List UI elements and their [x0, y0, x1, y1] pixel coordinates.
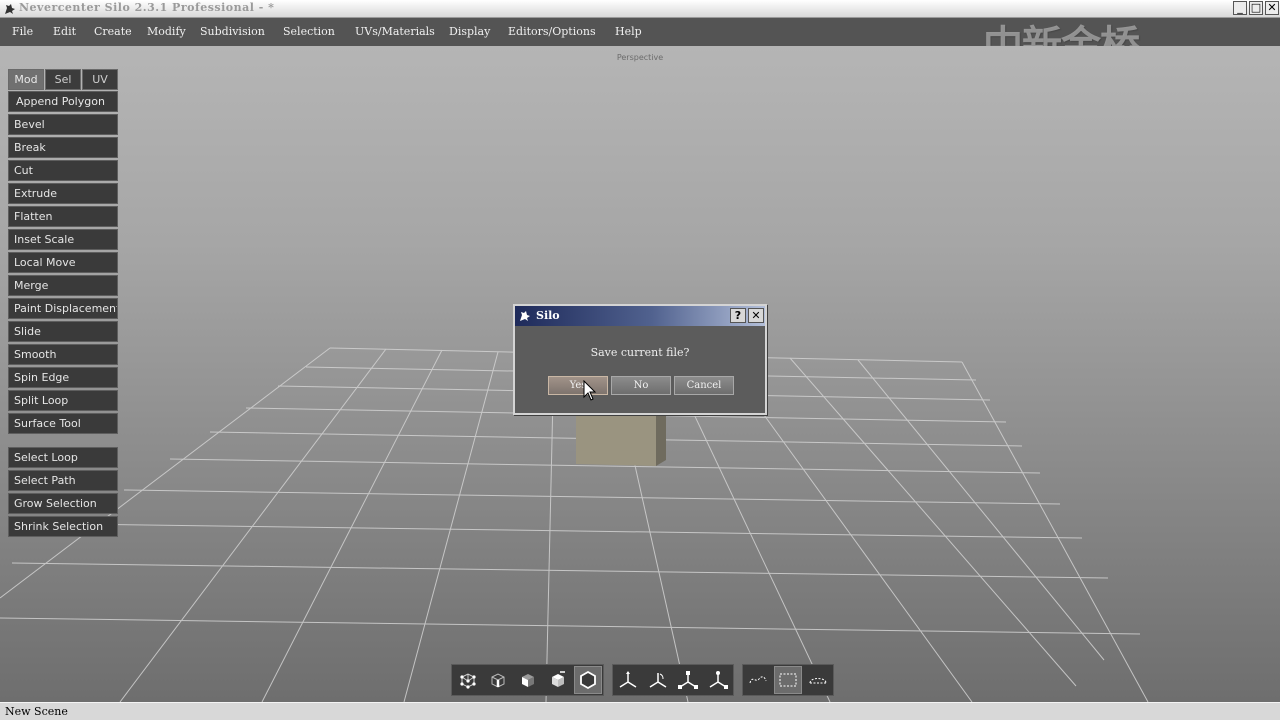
save-dialog: Silo ? ✕ Save current file? Yes No Cance… — [513, 304, 767, 415]
rotate-manipulator-icon[interactable] — [644, 666, 672, 694]
no-button[interactable]: No — [611, 376, 671, 395]
box-select-icon[interactable] — [774, 666, 802, 694]
split-loop-button[interactable]: Split Loop — [8, 390, 118, 411]
face-mode-icon[interactable] — [514, 666, 542, 694]
menu-editors-options[interactable]: Editors/Options — [508, 25, 596, 38]
select-style-toolbar — [742, 664, 834, 696]
menu-edit[interactable]: Edit — [53, 25, 76, 38]
window-titlebar: Nevercenter Silo 2.3.1 Professional - * … — [0, 0, 1280, 18]
yes-button[interactable]: Yes — [548, 376, 608, 395]
break-button[interactable]: Break — [8, 137, 118, 158]
dialog-titlebar[interactable]: Silo ? ✕ — [515, 306, 765, 326]
menu-selection[interactable]: Selection — [283, 25, 335, 38]
menu-display[interactable]: Display — [449, 25, 490, 38]
status-text: New Scene — [5, 705, 68, 718]
status-bar: New Scene — [0, 702, 1280, 720]
smooth-button[interactable]: Smooth — [8, 344, 118, 365]
extrude-button[interactable]: Extrude — [8, 183, 118, 204]
menu-bar: File Edit Create Modify Subdivision Sele… — [0, 18, 1280, 69]
surface-tool-button[interactable]: Surface Tool — [8, 413, 118, 434]
mouse-cursor-icon — [583, 380, 597, 401]
dialog-help-button[interactable]: ? — [730, 308, 746, 323]
bevel-button[interactable]: Bevel — [8, 114, 118, 135]
dialog-close-button[interactable]: ✕ — [748, 308, 764, 323]
tab-sel[interactable]: Sel — [45, 69, 81, 90]
object-mode-icon[interactable] — [544, 666, 572, 694]
cancel-button[interactable]: Cancel — [674, 376, 734, 395]
menu-subdivision[interactable]: Subdivision — [200, 25, 265, 38]
universal-manipulator-icon[interactable] — [704, 666, 732, 694]
spin-edge-button[interactable]: Spin Edge — [8, 367, 118, 388]
window-title: Nevercenter Silo 2.3.1 Professional - * — [19, 1, 275, 14]
menu-uvs-materials[interactable]: UVs/Materials — [355, 25, 435, 38]
move-manipulator-icon[interactable] — [614, 666, 642, 694]
close-button[interactable]: ✕ — [1265, 1, 1279, 15]
select-loop-button[interactable]: Select Loop — [8, 447, 118, 468]
slide-button[interactable]: Slide — [8, 321, 118, 342]
scale-manipulator-icon[interactable] — [674, 666, 702, 694]
geometry-mode-icon[interactable] — [574, 666, 602, 694]
menu-help[interactable]: Help — [615, 25, 642, 38]
menu-file[interactable]: File — [12, 25, 33, 38]
maximize-button[interactable]: □ — [1249, 1, 1263, 15]
silo-app-icon — [5, 4, 15, 14]
select-path-button[interactable]: Select Path — [8, 470, 118, 491]
panel-tabs: Mod Sel UV — [8, 69, 118, 90]
silo-dialog-icon — [520, 311, 530, 321]
local-move-button[interactable]: Local Move — [8, 252, 118, 273]
dialog-message: Save current file? — [590, 346, 690, 359]
append-polygon-button[interactable]: Append Polygon — [8, 91, 118, 112]
paint-displacement-button[interactable]: Paint Displacement — [8, 298, 118, 319]
edge-mode-icon[interactable] — [484, 666, 512, 694]
cut-button[interactable]: Cut — [8, 160, 118, 181]
viewport-label: Perspective — [616, 53, 664, 62]
menu-create[interactable]: Create — [94, 25, 132, 38]
paint-select-icon[interactable] — [804, 666, 832, 694]
merge-button[interactable]: Merge — [8, 275, 118, 296]
manipulator-toolbar — [612, 664, 734, 696]
grow-selection-button[interactable]: Grow Selection — [8, 493, 118, 514]
dialog-title: Silo — [536, 309, 560, 322]
lasso-select-icon[interactable] — [744, 666, 772, 694]
selection-mode-toolbar — [451, 664, 604, 696]
flatten-button[interactable]: Flatten — [8, 206, 118, 227]
menu-modify[interactable]: Modify — [147, 25, 186, 38]
inset-scale-button[interactable]: Inset Scale — [8, 229, 118, 250]
minimize-button[interactable]: _ — [1233, 1, 1247, 15]
tab-mod[interactable]: Mod — [8, 69, 44, 90]
shrink-selection-button[interactable]: Shrink Selection — [8, 516, 118, 537]
tab-uv[interactable]: UV — [82, 69, 118, 90]
vertex-mode-icon[interactable] — [454, 666, 482, 694]
